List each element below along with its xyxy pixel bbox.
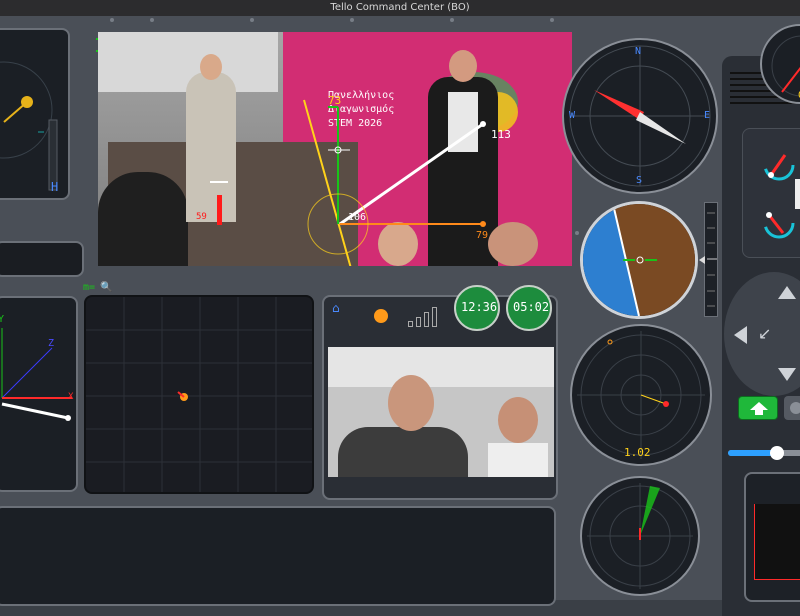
axis-y-label: Y (0, 314, 5, 325)
compass-s-label: S (636, 175, 643, 186)
main-camera-feed[interactable]: Πανελλήνιος Διαγωνισμός STEM 2026 73 113… (98, 32, 572, 266)
arrow-down-button[interactable] (778, 368, 796, 381)
axis-x-label: X (68, 392, 74, 402)
right-value-readout: 79 (476, 230, 489, 241)
compass-gauge: N S E W (562, 38, 718, 194)
compass-w-label: W (569, 110, 576, 121)
compass-n-label: N (635, 46, 642, 57)
log-panel (0, 506, 556, 606)
person-icon: ⌂ (332, 301, 340, 315)
altitude-readout: 73 (328, 94, 342, 107)
left-status-bar (0, 241, 84, 277)
bottom-right-panel (744, 472, 800, 602)
top-right-gauge: 0 (760, 24, 800, 104)
timer-1: 12:36 (454, 285, 500, 331)
height-label: H (51, 180, 59, 194)
battery-graph (754, 504, 800, 580)
rotate-arrow-icon[interactable]: ↙ (758, 324, 771, 343)
record-status-icon (374, 309, 388, 323)
hud-overlay (210, 99, 486, 266)
heading-marker-dot (21, 96, 33, 108)
speed-readout: 106 (348, 212, 367, 223)
sonar-gauge (580, 476, 700, 596)
cockpit-frame: H Πανελλήνιος Διαγωνισμός STEM 2026 73 1… (0, 16, 800, 616)
axis-z-label: Z (48, 338, 55, 349)
speed-slider[interactable] (728, 446, 800, 460)
compass-e-label: E (704, 110, 711, 121)
land-button[interactable] (784, 396, 800, 420)
axes-panel: Y Z X (0, 296, 78, 492)
zoom-icon[interactable]: 🔍 (100, 282, 112, 293)
scale-pointer-icon (699, 256, 705, 264)
secondary-camera-feed[interactable] (328, 347, 554, 477)
window-title: Tello Command Center (BO) (0, 0, 800, 16)
left-heading-panel: H (0, 28, 70, 200)
vertical-speed-scale (704, 202, 718, 317)
left-value-readout: 59 (196, 212, 207, 222)
radar-gauge: 1.02 (570, 324, 712, 466)
speed-slider-thumb[interactable] (770, 446, 784, 460)
heading-readout: 113 (491, 128, 511, 141)
radar-value: 1.02 (624, 446, 651, 459)
timer-2: 05:02 (506, 285, 552, 331)
arrow-left-button[interactable] (734, 326, 747, 344)
position-map[interactable] (84, 295, 314, 494)
compass-south-needle (636, 112, 686, 144)
knob-panel (742, 128, 800, 258)
secondary-camera-panel: ⌂ 12:36 05:02 (322, 285, 558, 500)
attitude-indicator (580, 201, 698, 319)
takeoff-button[interactable] (738, 396, 778, 420)
map-scale-label: m= (83, 282, 96, 293)
signal-bars-icon (408, 305, 438, 327)
arrow-up-button[interactable] (778, 286, 796, 299)
